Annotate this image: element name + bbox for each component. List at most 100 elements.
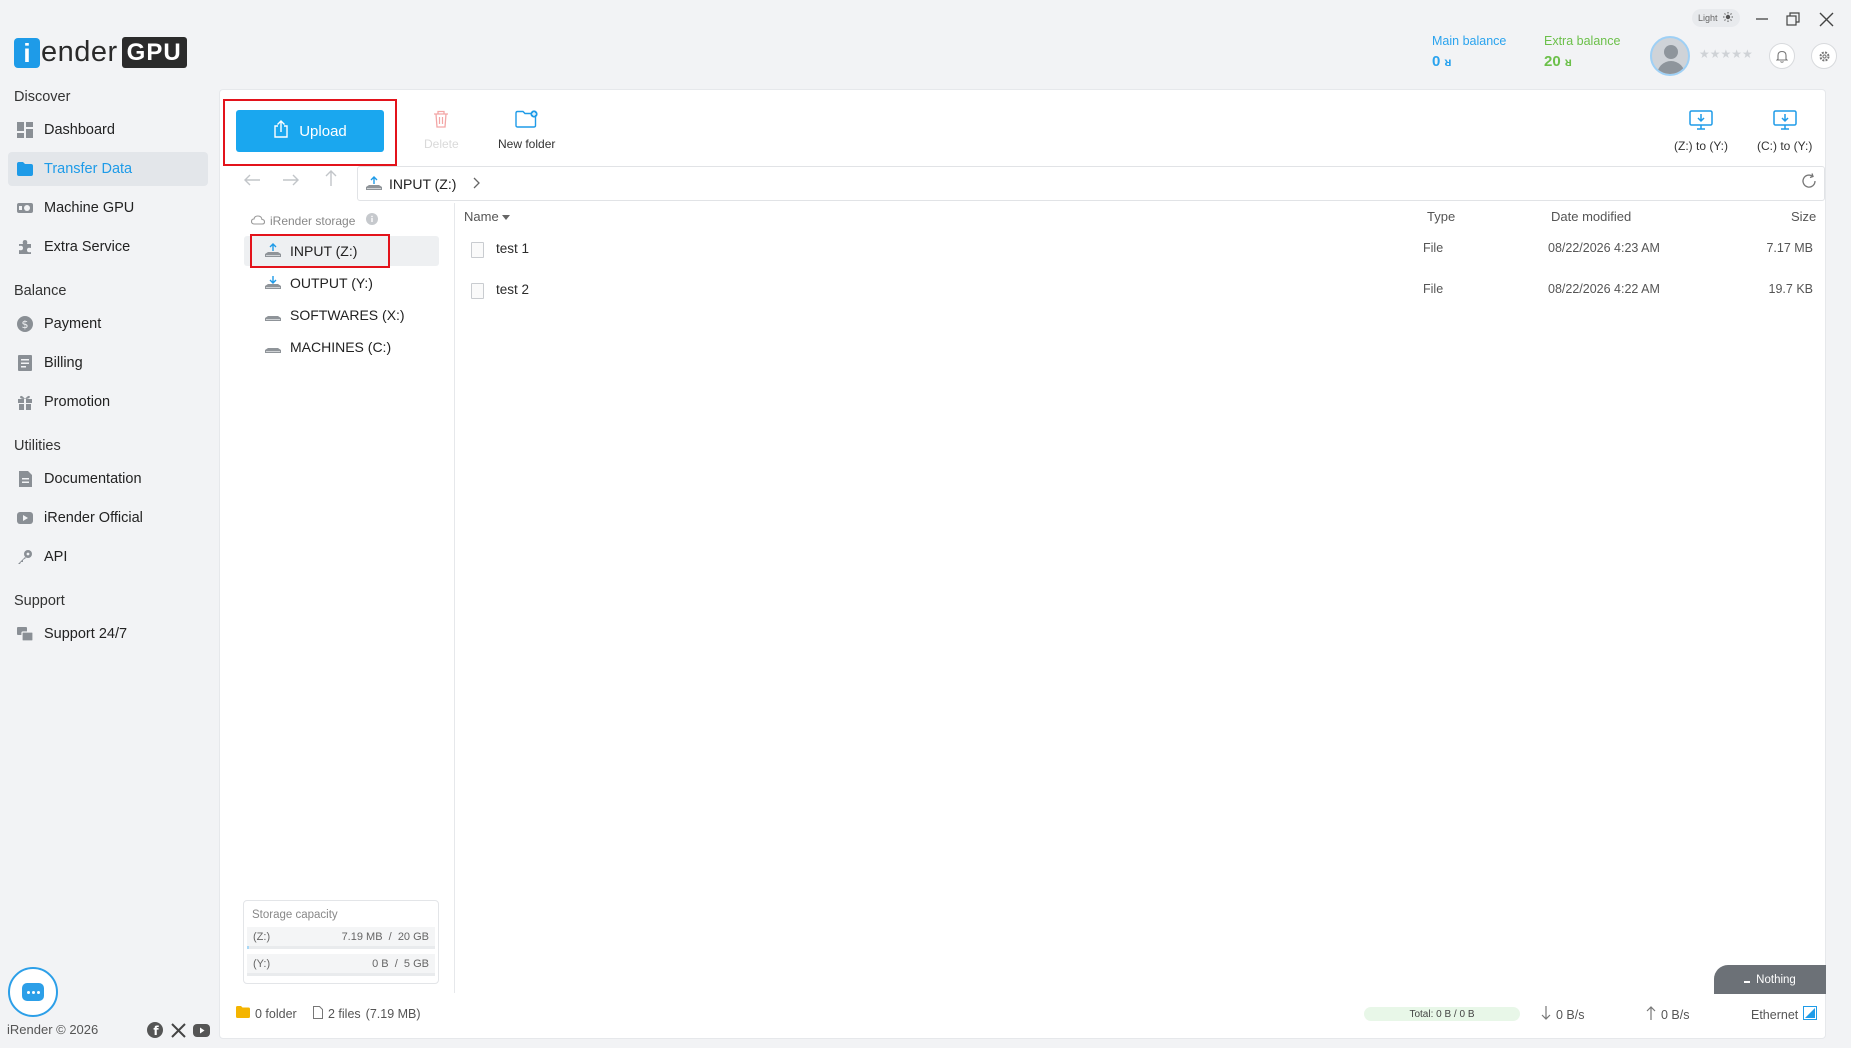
column-header-name[interactable]: Name [464, 209, 511, 224]
restore-icon[interactable] [1782, 8, 1804, 30]
currency-symbol: ᴚ [1564, 55, 1572, 69]
storage-capacity-title: Storage capacity [252, 909, 338, 921]
info-icon[interactable] [366, 213, 379, 228]
x-twitter-icon[interactable] [169, 1021, 187, 1039]
new-folder-label: New folder [498, 137, 556, 151]
z-to-y-label: (Z:) to (Y:) [1674, 139, 1728, 153]
c-to-y-label: (C:) to (Y:) [1757, 139, 1813, 153]
sidebar-item-api[interactable]: API [8, 540, 208, 574]
tree-header: iRender storage [250, 213, 379, 228]
back-arrow-icon[interactable] [243, 171, 261, 192]
table-row[interactable]: test 1 File 08/22/2026 4:23 AM 7.17 MB [463, 231, 1818, 269]
file-type: File [1423, 241, 1444, 255]
tree-header-label: iRender storage [270, 213, 356, 228]
sidebar-item-documentation[interactable]: Documentation [8, 462, 208, 496]
sidebar-item-transfer-data[interactable]: Transfer Data [8, 152, 208, 186]
bell-icon[interactable] [1769, 43, 1795, 69]
trash-icon [433, 110, 449, 131]
monitor-download-icon [1689, 110, 1713, 133]
table-row[interactable]: test 2 File 08/22/2026 4:22 AM 19.7 KB [463, 272, 1818, 310]
tree-item-softwares-x[interactable]: SOFTWARES (X:) [244, 300, 439, 330]
minimize-icon[interactable] [1751, 8, 1773, 30]
new-folder-button[interactable]: New folder [498, 110, 555, 151]
highlight-box-input-drive [250, 234, 390, 268]
c-to-y-button[interactable]: (C:) to (Y:) [1757, 110, 1812, 153]
sidebar-item-label: Promotion [44, 394, 111, 410]
logo-text: ender [41, 36, 118, 68]
cloud-icon [250, 214, 266, 228]
document-icon [17, 471, 33, 487]
up-arrow-icon[interactable] [324, 169, 338, 192]
sidebar-item-label: Extra Service [44, 239, 131, 255]
storage-capacity-box: Storage capacity (Z:) 7.19 MB / 20 GB (Y… [243, 900, 439, 984]
file-type: File [1423, 282, 1444, 296]
capacity-drive: (Z:) [253, 930, 271, 943]
column-header-date[interactable]: Date modified [1551, 209, 1631, 224]
drive-icon [264, 307, 282, 323]
section-title-balance: Balance [14, 283, 67, 299]
receipt-icon [17, 355, 33, 371]
upload-speed: 0 B/s [1646, 1006, 1690, 1023]
tree-item-output-y[interactable]: OUTPUT (Y:) [244, 268, 439, 298]
folder-icon [17, 161, 33, 177]
chevron-right-icon[interactable] [472, 176, 481, 192]
sidebar-item-irender-official[interactable]: iRender Official [8, 501, 208, 535]
file-date: 08/22/2026 4:22 AM [1548, 282, 1660, 296]
network-status: Ethernet [1751, 1006, 1818, 1023]
theme-toggle[interactable]: Light [1692, 9, 1740, 27]
file-outline-icon [313, 1006, 323, 1022]
chat-bubble-icon [22, 983, 44, 1001]
video-icon [17, 510, 33, 526]
gear-icon[interactable] [1811, 43, 1837, 69]
sidebar-item-billing[interactable]: Billing [8, 346, 208, 380]
delete-label: Delete [424, 137, 459, 151]
key-icon [17, 549, 33, 565]
irender-logo[interactable]: i ender GPU [14, 36, 187, 69]
svg-text:$: $ [22, 318, 29, 331]
main-balance-label: Main balance [1432, 34, 1507, 48]
extra-balance-label: Extra balance [1544, 34, 1621, 48]
z-to-y-button[interactable]: (Z:) to (Y:) [1674, 110, 1728, 153]
sidebar-item-payment[interactable]: $ Payment [8, 307, 208, 341]
sidebar-item-label: Transfer Data [44, 161, 133, 177]
address-bar[interactable]: INPUT (Z:) [357, 166, 1825, 201]
download-arrow-icon [1541, 1006, 1551, 1023]
facebook-icon[interactable]: f [146, 1021, 164, 1039]
gift-icon [17, 394, 33, 410]
download-speed: 0 B/s [1541, 1006, 1585, 1023]
extra-balance: Extra balance 20 ᴚ [1544, 34, 1620, 70]
file-date: 08/22/2026 4:23 AM [1548, 241, 1660, 255]
monitor-download-icon [1772, 110, 1797, 133]
sidebar-item-dashboard[interactable]: Dashboard [8, 113, 208, 147]
svg-text:f: f [153, 1024, 159, 1038]
youtube-icon[interactable] [192, 1021, 210, 1039]
theme-label: Light [1698, 13, 1718, 23]
chat-button[interactable] [8, 967, 58, 1017]
user-avatar[interactable] [1650, 36, 1690, 76]
copyright-text: iRender © 2026 [7, 1022, 99, 1037]
column-header-size[interactable]: Size [1791, 209, 1816, 224]
capacity-value: 7.19 MB / 20 GB [341, 930, 429, 943]
dashboard-icon [17, 122, 33, 138]
forward-arrow-icon[interactable] [282, 171, 300, 192]
dollar-icon: $ [17, 316, 33, 332]
column-header-type[interactable]: Type [1427, 209, 1455, 224]
main-balance-value: 0 ᴚ [1432, 53, 1452, 70]
delete-button[interactable]: Delete [424, 110, 459, 151]
sidebar-item-label: Dashboard [44, 122, 115, 138]
sidebar-item-machine-gpu[interactable]: Machine GPU [8, 191, 208, 225]
close-icon[interactable] [1815, 8, 1837, 30]
drive-icon [264, 339, 282, 355]
transfer-status-tab[interactable]: Nothing [1714, 965, 1826, 994]
tree-item-machines-c[interactable]: MACHINES (C:) [244, 332, 439, 362]
highlight-box-upload [223, 99, 397, 166]
sidebar-item-extra-service[interactable]: Extra Service [8, 230, 208, 264]
support-icon [17, 626, 33, 642]
sidebar-item-support[interactable]: Support 24/7 [8, 617, 208, 651]
sidebar-item-promotion[interactable]: Promotion [8, 385, 208, 419]
capacity-drive: (Y:) [253, 957, 271, 970]
file-name: test 2 [496, 282, 530, 297]
refresh-icon[interactable] [1801, 173, 1817, 192]
network-icon [1803, 1006, 1818, 1023]
capacity-row-z: (Z:) 7.19 MB / 20 GB [247, 927, 435, 946]
